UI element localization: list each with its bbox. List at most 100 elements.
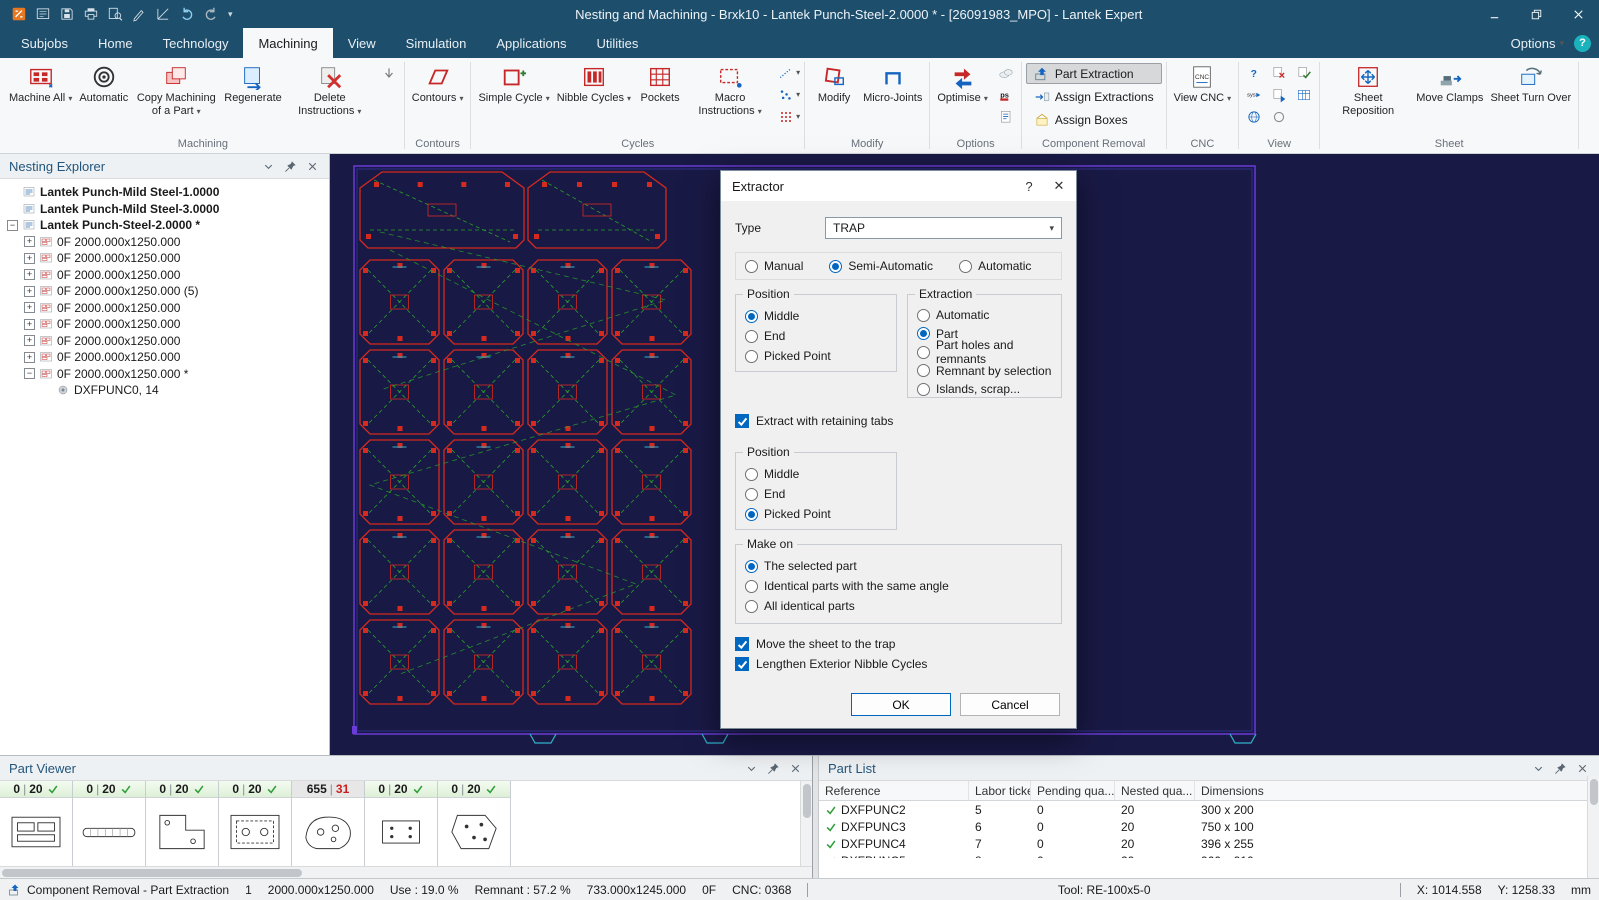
collapse-icon[interactable]: − (24, 368, 35, 379)
pin-icon[interactable] (283, 159, 298, 174)
ribbon-button-nibble-cycles[interactable]: Nibble Cycles ▾ (554, 61, 634, 133)
ribbon-button-sheet-reposition[interactable]: Sheet Reposition (1324, 61, 1412, 133)
collapse-icon[interactable]: − (7, 220, 18, 231)
pin-icon[interactable] (766, 761, 781, 776)
undo-icon[interactable] (178, 5, 196, 23)
ribbon-button-part-extraction[interactable]: Part Extraction (1026, 63, 1162, 84)
tree-item[interactable]: +0F 2000.000x1250.000 (2, 300, 327, 317)
tree-item[interactable]: +0F 2000.000x1250.000 (2, 316, 327, 333)
ribbon-button-micro-joints[interactable]: Micro-Joints (860, 61, 925, 133)
cancel-button[interactable]: Cancel (960, 693, 1060, 716)
dialog-close-button[interactable]: ✕ (1044, 175, 1074, 197)
scrollbar-thumb[interactable] (2, 869, 302, 877)
chevron-down-icon[interactable] (744, 761, 759, 776)
move-sheet-checkbox[interactable]: Move the sheet to the trap (735, 637, 1062, 651)
part-thumbnail[interactable]: 0|20 (0, 781, 73, 866)
help-button[interactable]: ? (1574, 35, 1591, 52)
ribbon-button-globe[interactable] (1243, 107, 1265, 126)
column-header-dimensions[interactable]: Dimensions (1195, 781, 1599, 800)
measure-icon[interactable] (154, 5, 172, 23)
ribbon-button-help-doc[interactable]: ? (1243, 63, 1265, 82)
part-thumbnail[interactable]: 0|20 (73, 781, 146, 866)
part-thumbnail[interactable]: 0|20 (146, 781, 219, 866)
save-icon[interactable] (58, 5, 76, 23)
table-row[interactable]: DXFPUNC36020750 x 100 (819, 818, 1599, 835)
tree-item[interactable]: +0F 2000.000x1250.000 (2, 234, 327, 251)
tree-item[interactable]: +0F 2000.000x1250.000 (2, 349, 327, 366)
menu-tab-applications[interactable]: Applications (481, 28, 581, 58)
ribbon-button-modify[interactable]: Modify (809, 61, 859, 133)
ribbon-button-doc-run[interactable] (1268, 85, 1290, 104)
ribbon-button-macro-instructions[interactable]: Macro Instructions ▾ (686, 61, 774, 133)
ribbon-small-sheet-num[interactable] (995, 107, 1017, 126)
tree-item[interactable]: −0F 2000.000x1250.000 * (2, 366, 327, 383)
radio-middle[interactable]: Middle (745, 464, 887, 484)
lengthen-nibble-checkbox[interactable]: Lengthen Exterior Nibble Cycles (735, 657, 1062, 671)
close-icon[interactable] (1575, 761, 1590, 776)
ribbon-button-sys[interactable]: sys (1243, 85, 1265, 104)
ribbon-button-move-clamps[interactable]: Move Clamps (1413, 61, 1486, 133)
ribbon-button-sheet-turn-over[interactable]: Sheet Turn Over (1487, 61, 1574, 133)
ok-button[interactable]: OK (851, 693, 951, 716)
panel-splitter[interactable] (812, 756, 819, 878)
ribbon-button-contours[interactable]: Contours ▾ (409, 61, 467, 133)
ribbon-button-regenerate[interactable]: Regenerate (221, 61, 285, 133)
expand-icon[interactable]: + (24, 319, 35, 330)
ribbon-small-ps[interactable]: ps (995, 85, 1017, 104)
menu-tab-simulation[interactable]: Simulation (391, 28, 482, 58)
ribbon-small-cloud[interactable] (995, 63, 1017, 82)
ribbon-small-grid-dots[interactable]: ▾ (778, 107, 800, 126)
table-row[interactable]: DXFPUNC58020960 x 910 (819, 852, 1599, 858)
tree-item[interactable]: +0F 2000.000x1250.000 (2, 250, 327, 267)
radio-picked-point[interactable]: Picked Point (745, 346, 887, 366)
print-preview-icon[interactable] (106, 5, 124, 23)
radio-middle[interactable]: Middle (745, 306, 887, 326)
radio-picked-point[interactable]: Picked Point (745, 504, 887, 524)
scrollbar-thumb[interactable] (1590, 779, 1598, 805)
restore-button[interactable] (1515, 0, 1557, 28)
ribbon-small-scatter[interactable]: ▾ (778, 85, 800, 104)
extract-retaining-tabs-checkbox[interactable]: Extract with retaining tabs (735, 414, 1062, 428)
menu-tab-utilities[interactable]: Utilities (581, 28, 653, 58)
pin-icon[interactable] (1553, 761, 1568, 776)
radio-automatic[interactable]: Automatic (959, 256, 1031, 276)
radio-automatic[interactable]: Automatic (917, 306, 1052, 325)
ribbon-button-simple-cycle[interactable]: Simple Cycle ▾ (475, 61, 552, 133)
ribbon-button-circle[interactable] (1268, 107, 1290, 126)
part-viewer-vscrollbar[interactable] (800, 781, 812, 866)
radio-all-identical-parts[interactable]: All identical parts (745, 596, 1052, 616)
radio-end[interactable]: End (745, 484, 887, 504)
print-icon[interactable] (82, 5, 100, 23)
close-icon[interactable] (305, 159, 320, 174)
radio-the-selected-part[interactable]: The selected part (745, 556, 1052, 576)
chevron-down-icon[interactable] (261, 159, 276, 174)
pen-icon[interactable] (130, 5, 148, 23)
tree-item[interactable]: Lantek Punch-Mild Steel-1.0000 (2, 184, 327, 201)
ribbon-button-machine-all[interactable]: Machine All ▾ (6, 61, 75, 133)
scrollbar-thumb[interactable] (803, 784, 811, 818)
radio-part-holes-and-remnants[interactable]: Part holes and remnants (917, 343, 1052, 362)
column-header-reference[interactable]: Reference (819, 781, 969, 800)
radio-manual[interactable]: Manual (745, 256, 803, 276)
expand-icon[interactable]: + (24, 236, 35, 247)
nest-doc-icon[interactable] (34, 5, 52, 23)
tree-item[interactable]: −Lantek Punch-Steel-2.0000 * (2, 217, 327, 234)
part-list-vscrollbar[interactable] (1587, 776, 1599, 878)
part-thumbnail[interactable]: 0|20 (438, 781, 511, 866)
radio-remnant-by-selection[interactable]: Remnant by selection (917, 362, 1052, 381)
ribbon-button-doc-x[interactable] (1268, 63, 1290, 82)
table-row[interactable]: DXFPUNC25020300 x 200 (819, 801, 1599, 818)
app-logo-icon[interactable] (10, 5, 28, 23)
ribbon-button-table[interactable] (1293, 85, 1315, 104)
menu-tab-home[interactable]: Home (83, 28, 148, 58)
expand-icon[interactable]: + (24, 335, 35, 346)
ribbon-button-copy-machining-of-a-part[interactable]: Copy Machining of a Part ▾ (132, 61, 220, 133)
menu-tab-view[interactable]: View (333, 28, 391, 58)
part-thumbnail[interactable]: 0|20 (365, 781, 438, 866)
expand-icon[interactable]: + (24, 302, 35, 313)
menu-tab-machining[interactable]: Machining (243, 28, 332, 58)
radio-identical-parts-with-the-same-angle[interactable]: Identical parts with the same angle (745, 576, 1052, 596)
dialog-help-button[interactable]: ? (1014, 175, 1044, 197)
ribbon-button-delete-instructions[interactable]: Delete Instructions ▾ (286, 61, 374, 133)
column-header-nested-qua[interactable]: Nested qua... (1115, 781, 1195, 800)
